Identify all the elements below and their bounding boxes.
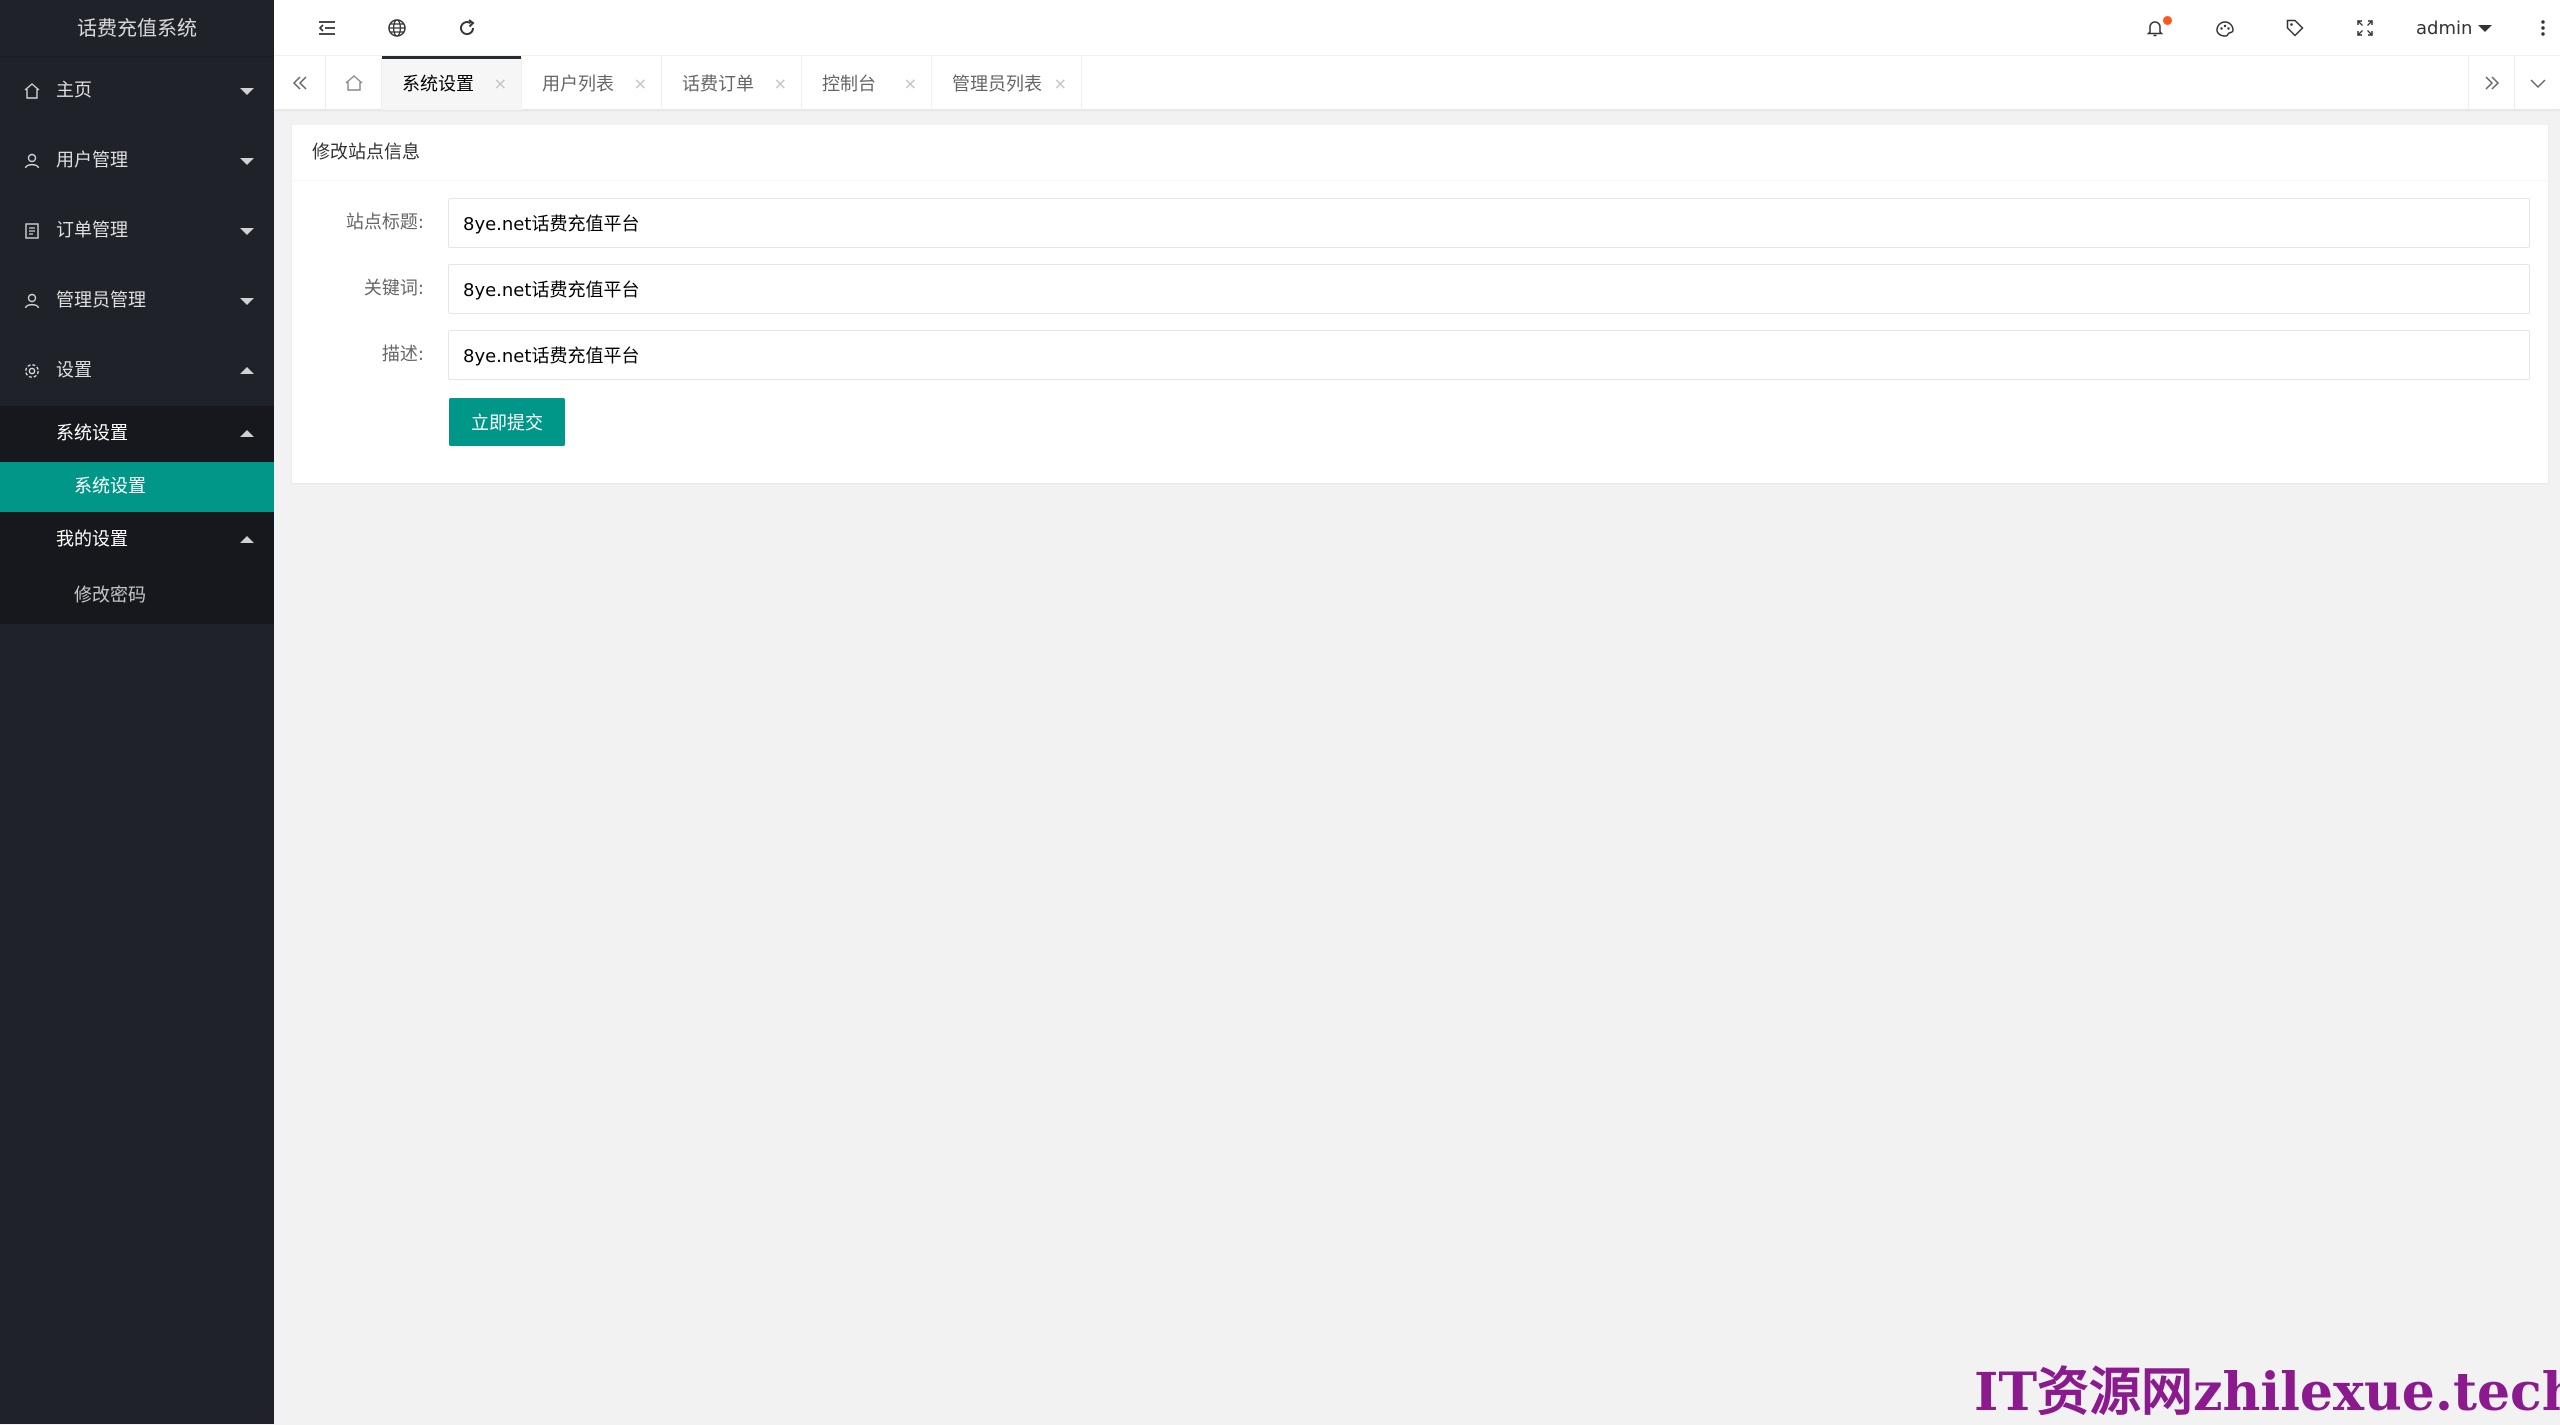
sidebar-leaf-system-settings[interactable]: 系统设置 <box>0 462 274 512</box>
username: admin <box>2416 17 2473 39</box>
tab-label: 控制台 <box>822 74 876 95</box>
close-icon[interactable]: × <box>634 74 647 93</box>
notification-dot <box>2163 16 2172 25</box>
chevron-down-icon <box>240 88 254 95</box>
chevron-down-icon <box>240 298 254 305</box>
form-row-description: 描述: <box>292 330 2548 380</box>
top-header: admin <box>274 0 2560 56</box>
sidebar-item-label: 设置 <box>56 360 92 381</box>
tabs-scroll-left-icon[interactable] <box>274 56 326 110</box>
sidebar-item-settings[interactable]: 设置 <box>0 336 274 406</box>
tab-label: 系统设置 <box>402 74 474 95</box>
form-row-keywords: 关键词: <box>292 264 2548 314</box>
chevron-up-icon <box>240 430 254 437</box>
sidebar-item-orders[interactable]: 订单管理 <box>0 196 274 266</box>
tab-system-settings[interactable]: 系统设置 × <box>382 56 522 110</box>
chevron-down-icon <box>2478 24 2493 32</box>
description-label: 描述: <box>381 344 424 365</box>
sidebar-item-label: 管理员管理 <box>56 290 146 311</box>
chevron-down-icon <box>240 228 254 235</box>
tab-label: 管理员列表 <box>952 74 1042 95</box>
user-icon <box>22 151 42 171</box>
description-input[interactable] <box>448 330 2530 380</box>
tag-icon[interactable] <box>2272 0 2318 56</box>
admin-icon <box>22 291 42 311</box>
menu-fold-icon[interactable] <box>304 0 350 56</box>
sidebar-item-users[interactable]: 用户管理 <box>0 126 274 196</box>
submenu-label: 系统设置 <box>56 423 128 444</box>
submenu-label: 我的设置 <box>56 529 128 550</box>
form-row-site-title: 站点标题: <box>292 198 2548 248</box>
site-title-input[interactable] <box>448 198 2530 248</box>
keywords-label: 关键词: <box>363 278 424 299</box>
submenu-system-settings[interactable]: 系统设置 <box>0 406 274 462</box>
page-tabs: 系统设置 × 用户列表 × 话费订单 × 控制台 × 管理员列表 × <box>274 56 2560 110</box>
sidebar-item-label: 用户管理 <box>56 150 128 171</box>
chevron-up-icon <box>240 367 254 374</box>
site-title-label: 站点标题: <box>345 212 424 233</box>
tab-admin-list[interactable]: 管理员列表 × <box>932 56 1082 110</box>
close-icon[interactable]: × <box>904 74 917 93</box>
sidebar-item-admins[interactable]: 管理员管理 <box>0 266 274 336</box>
tab-user-list[interactable]: 用户列表 × <box>522 56 662 110</box>
close-icon[interactable]: × <box>774 74 787 93</box>
tab-label: 用户列表 <box>542 74 614 95</box>
globe-icon[interactable] <box>374 0 420 56</box>
sidebar-item-label: 订单管理 <box>56 220 128 241</box>
close-icon[interactable]: × <box>494 74 507 93</box>
card-title: 修改站点信息 <box>292 125 2548 181</box>
sidebar-leaf-change-password[interactable]: 修改密码 <box>0 568 274 624</box>
submenu-my-settings[interactable]: 我的设置 <box>0 512 274 568</box>
gear-icon <box>22 361 42 381</box>
close-icon[interactable]: × <box>1054 74 1067 93</box>
bell-icon[interactable] <box>2132 0 2178 56</box>
keywords-input[interactable] <box>448 264 2530 314</box>
tab-console[interactable]: 控制台 × <box>802 56 932 110</box>
fullscreen-icon[interactable] <box>2342 0 2388 56</box>
chevron-down-icon <box>240 158 254 165</box>
sidebar-item-label: 主页 <box>56 80 92 101</box>
submit-button[interactable]: 立即提交 <box>449 398 565 446</box>
tab-recharge-orders[interactable]: 话费订单 × <box>662 56 802 110</box>
home-icon <box>22 81 42 101</box>
site-info-card: 修改站点信息 站点标题: 关键词: 描述: 立即提交 <box>292 125 2548 483</box>
chevron-up-icon <box>240 536 254 543</box>
user-menu[interactable]: admin <box>2416 0 2493 56</box>
tabs-menu-chevron-down-icon[interactable] <box>2514 56 2560 110</box>
refresh-icon[interactable] <box>444 0 490 56</box>
sidebar: 话费充值系统 主页 用户管理 订单管理 管理员管理 设置 系统设置 系统设置 我… <box>0 0 274 1424</box>
watermark: IT资源网zhilexue.tech <box>1974 1362 2560 1423</box>
tab-label: 话费订单 <box>682 74 754 95</box>
settings-submenu: 系统设置 系统设置 我的设置 修改密码 <box>0 406 274 624</box>
theme-icon[interactable] <box>2202 0 2248 56</box>
app-title: 话费充值系统 <box>0 0 274 56</box>
tab-home-icon[interactable] <box>326 56 382 110</box>
more-icon[interactable] <box>2530 0 2556 56</box>
sidebar-item-home[interactable]: 主页 <box>0 56 274 126</box>
order-icon <box>22 221 42 241</box>
tabs-scroll-right-icon[interactable] <box>2468 56 2514 110</box>
